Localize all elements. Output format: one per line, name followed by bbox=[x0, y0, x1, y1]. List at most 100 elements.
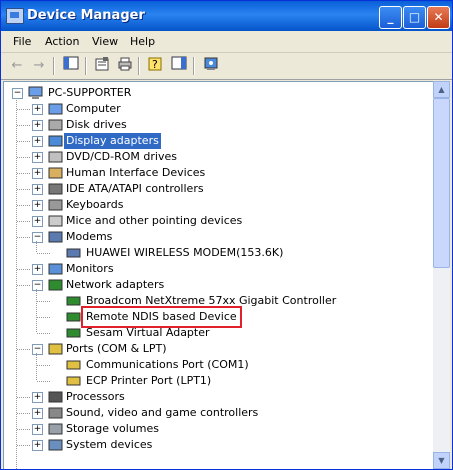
scan-hardware-button[interactable] bbox=[201, 56, 221, 76]
show-hide-action-pane-button[interactable] bbox=[169, 56, 189, 76]
expand-toggle[interactable]: + bbox=[32, 120, 43, 131]
tree-category-label: Modems bbox=[66, 230, 113, 243]
port-icon bbox=[66, 376, 81, 386]
help-icon: ? bbox=[148, 57, 162, 71]
forward-button[interactable]: → bbox=[29, 56, 49, 76]
mouse-icon bbox=[48, 215, 63, 227]
menu-action[interactable]: Action bbox=[45, 35, 79, 48]
tree-category-label: Computer bbox=[66, 102, 121, 115]
tree-category[interactable]: + Mice and other pointing devices bbox=[4, 213, 424, 229]
show-hide-console-tree-button[interactable] bbox=[61, 56, 81, 76]
svg-text:?: ? bbox=[152, 58, 158, 71]
sound-icon bbox=[48, 407, 63, 419]
tree-category[interactable]: + System devices bbox=[4, 437, 424, 453]
storage-icon bbox=[48, 423, 63, 435]
tree-category[interactable]: + IDE ATA/ATAPI controllers bbox=[4, 181, 424, 197]
scroll-up-button[interactable]: ▲ bbox=[433, 81, 450, 98]
tree-device[interactable]: Remote NDIS based Device bbox=[4, 306, 424, 328]
processor-icon bbox=[48, 391, 63, 403]
scroll-down-button[interactable]: ▼ bbox=[433, 452, 450, 469]
tree-category[interactable]: − Network adapters bbox=[4, 277, 424, 293]
expand-toggle[interactable]: + bbox=[32, 264, 43, 275]
expand-toggle[interactable]: + bbox=[32, 184, 43, 195]
keyboard-icon bbox=[48, 199, 63, 211]
modem-icon bbox=[48, 231, 63, 243]
network-card-icon bbox=[66, 296, 81, 306]
display-icon bbox=[48, 135, 63, 147]
dvd-icon bbox=[48, 151, 63, 163]
tree-category-label: Human Interface Devices bbox=[66, 166, 206, 179]
help-button[interactable]: ? bbox=[145, 56, 165, 76]
tree-category-label: IDE ATA/ATAPI controllers bbox=[66, 182, 204, 195]
device-tree[interactable]: − PC-SUPPORTER + Computer + Disk drives + Dis… bbox=[3, 81, 434, 469]
tree-category[interactable]: + Disk drives bbox=[4, 117, 424, 133]
collapse-toggle[interactable]: − bbox=[32, 344, 43, 355]
console-tree-icon bbox=[63, 56, 79, 70]
tree-category[interactable]: + Sound, video and game controllers bbox=[4, 405, 424, 421]
port-icon bbox=[66, 360, 81, 370]
computer-icon bbox=[48, 103, 63, 115]
expand-toggle[interactable]: + bbox=[32, 408, 43, 419]
tree-category[interactable]: + Computer bbox=[4, 101, 424, 117]
properties-button[interactable] bbox=[92, 56, 112, 76]
close-button[interactable]: ✕ bbox=[427, 6, 450, 29]
tree-device[interactable]: Communications Port (COM1) bbox=[4, 357, 424, 373]
expand-toggle[interactable]: + bbox=[32, 104, 43, 115]
collapse-toggle[interactable]: − bbox=[32, 232, 43, 243]
tree-category-label: Display adapters bbox=[64, 133, 161, 149]
collapse-toggle[interactable]: − bbox=[32, 280, 43, 291]
tree-category[interactable]: + Storage volumes bbox=[4, 421, 424, 437]
tree-root-label: PC-SUPPORTER bbox=[48, 86, 132, 99]
tree-device-label: Remote NDIS based Device bbox=[81, 306, 242, 328]
back-button[interactable]: ← bbox=[7, 56, 27, 76]
tree-category[interactable]: + Human Interface Devices bbox=[4, 165, 424, 181]
disk-icon bbox=[48, 119, 63, 131]
tree-category[interactable]: − Modems bbox=[4, 229, 424, 245]
menu-file[interactable]: File bbox=[13, 35, 31, 48]
maximize-button[interactable]: □ bbox=[403, 6, 426, 29]
computer-icon bbox=[28, 86, 43, 99]
tree-category[interactable]: + Processors bbox=[4, 389, 424, 405]
expand-toggle[interactable]: + bbox=[32, 392, 43, 403]
tree-category[interactable]: + Monitors bbox=[4, 261, 424, 277]
toolbar: ← → ? bbox=[1, 53, 452, 80]
collapse-toggle[interactable]: − bbox=[12, 88, 23, 99]
print-button[interactable] bbox=[115, 56, 135, 76]
expand-toggle[interactable]: + bbox=[32, 152, 43, 163]
tree-category[interactable]: − Ports (COM & LPT) bbox=[4, 341, 424, 357]
device-manager-icon bbox=[6, 8, 24, 24]
menu-help[interactable]: Help bbox=[130, 35, 155, 48]
menu-view[interactable]: View bbox=[92, 35, 118, 48]
expand-toggle[interactable]: + bbox=[32, 424, 43, 435]
expand-toggle[interactable]: + bbox=[32, 168, 43, 179]
tree-device[interactable]: Broadcom NetXtreme 57xx Gigabit Controll… bbox=[4, 293, 424, 309]
tree-root[interactable]: − PC-SUPPORTER bbox=[4, 85, 424, 101]
tree-category[interactable]: + Display adapters bbox=[4, 133, 424, 149]
tree-category-label: Keyboards bbox=[66, 198, 124, 211]
vertical-scrollbar[interactable]: ▲ ▼ bbox=[433, 81, 450, 469]
expand-toggle[interactable]: + bbox=[32, 136, 43, 147]
tree-device-label: ECP Printer Port (LPT1) bbox=[86, 374, 212, 387]
properties-icon bbox=[95, 57, 109, 71]
title-bar[interactable]: Device Manager _ □ ✕ bbox=[1, 1, 452, 31]
printer-icon bbox=[118, 57, 132, 71]
tree-category[interactable]: + Keyboards bbox=[4, 197, 424, 213]
tree-category[interactable]: + DVD/CD-ROM drives bbox=[4, 149, 424, 165]
tree-device[interactable]: ECP Printer Port (LPT1) bbox=[4, 373, 424, 389]
hid-icon bbox=[48, 167, 63, 179]
expand-toggle[interactable]: + bbox=[32, 216, 43, 227]
scroll-thumb[interactable] bbox=[433, 98, 450, 268]
window-title: Device Manager bbox=[27, 8, 145, 23]
expand-toggle[interactable]: + bbox=[32, 440, 43, 451]
device-manager-window: Device Manager _ □ ✕ File Action View He… bbox=[0, 0, 453, 470]
tree-category-label: Ports (COM & LPT) bbox=[66, 342, 167, 355]
network-card-icon bbox=[66, 328, 81, 338]
minimize-button[interactable]: _ bbox=[379, 6, 402, 29]
action-pane-icon bbox=[171, 56, 187, 70]
tree-device[interactable]: HUAWEI WIRELESS MODEM(153.6K) bbox=[4, 245, 424, 261]
expand-toggle[interactable]: + bbox=[32, 200, 43, 211]
tree-device[interactable]: Sesam Virtual Adapter bbox=[4, 325, 424, 341]
modem-icon bbox=[66, 248, 81, 258]
tree-device-label: Sesam Virtual Adapter bbox=[86, 326, 210, 339]
menu-bar: File Action View Help bbox=[1, 31, 452, 53]
